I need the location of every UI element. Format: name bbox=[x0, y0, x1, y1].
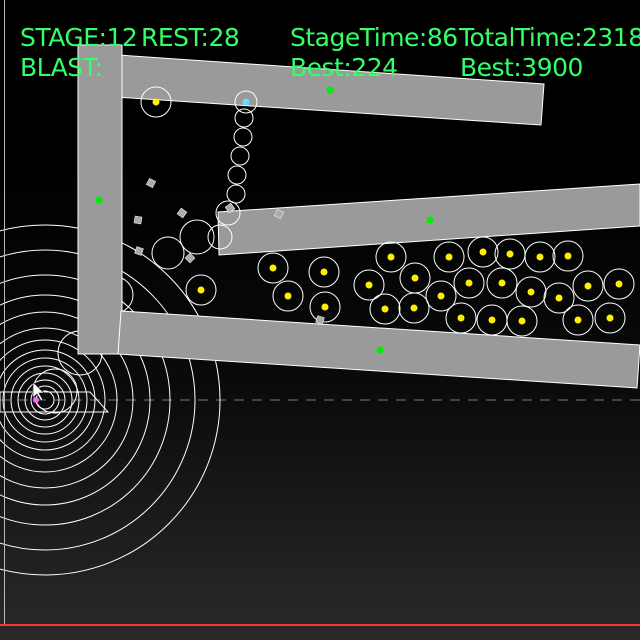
ball-core bbox=[465, 279, 473, 287]
ball-core bbox=[365, 281, 373, 289]
stage-label: STAGE:12 bbox=[20, 23, 138, 52]
ball-core bbox=[518, 317, 526, 325]
ball-core bbox=[437, 292, 445, 300]
debris-piece bbox=[184, 252, 196, 264]
rest-label: REST:28 bbox=[141, 23, 240, 52]
ball-core bbox=[320, 268, 328, 276]
plank-anchor bbox=[95, 196, 103, 204]
ball-core bbox=[284, 292, 292, 300]
ball-core bbox=[411, 274, 419, 282]
chain-ball bbox=[179, 219, 215, 255]
ball-core bbox=[574, 316, 582, 324]
chain-ball bbox=[233, 127, 253, 147]
debris-piece bbox=[315, 315, 325, 325]
game-scene[interactable] bbox=[0, 0, 640, 640]
stage-time-label: StageTime:86 bbox=[290, 23, 458, 52]
floor-line bbox=[0, 624, 640, 626]
ball-core bbox=[527, 288, 535, 296]
ball-core bbox=[584, 282, 592, 290]
plank-anchor bbox=[326, 86, 334, 94]
ball-core bbox=[479, 248, 487, 256]
ball-core bbox=[410, 304, 418, 312]
ball-core bbox=[197, 286, 205, 294]
chain-ball bbox=[230, 146, 250, 166]
debris-piece bbox=[145, 177, 157, 189]
ball-core bbox=[269, 264, 277, 272]
ball-core bbox=[152, 98, 160, 106]
chain-ball bbox=[227, 165, 247, 185]
ball-core bbox=[381, 305, 389, 313]
debris-piece bbox=[176, 207, 188, 219]
blast-ring bbox=[0, 339, 106, 461]
ball-core bbox=[536, 253, 544, 261]
ball-core bbox=[321, 303, 329, 311]
ball-core bbox=[498, 279, 506, 287]
ball-core bbox=[387, 253, 395, 261]
mouse-cursor-icon bbox=[32, 381, 45, 403]
target-ball-core bbox=[242, 98, 250, 106]
left-boundary-line bbox=[4, 0, 5, 624]
total-best-label: Best:3900 bbox=[460, 53, 583, 82]
stage-best-label: Best:224 bbox=[290, 53, 398, 82]
debris-piece bbox=[133, 215, 143, 225]
total-time-label: TotalTime:2318 bbox=[459, 23, 640, 52]
plank-anchor bbox=[426, 216, 434, 224]
ball-core bbox=[615, 280, 623, 288]
ball-core bbox=[506, 250, 514, 258]
chain-ball bbox=[226, 184, 246, 204]
game-stage[interactable]: STAGE:12 REST:28 BLAST: StageTime:86 Bes… bbox=[0, 0, 640, 640]
planks bbox=[77, 44, 640, 389]
plank-anchor bbox=[376, 346, 384, 354]
ball-core bbox=[488, 316, 496, 324]
ball-core bbox=[564, 252, 572, 260]
ball-core bbox=[457, 314, 465, 322]
blast-label: BLAST: bbox=[20, 53, 103, 82]
ball-core bbox=[606, 314, 614, 322]
ball-core bbox=[555, 294, 563, 302]
ball-core bbox=[445, 253, 453, 261]
chain-ball bbox=[151, 236, 185, 270]
